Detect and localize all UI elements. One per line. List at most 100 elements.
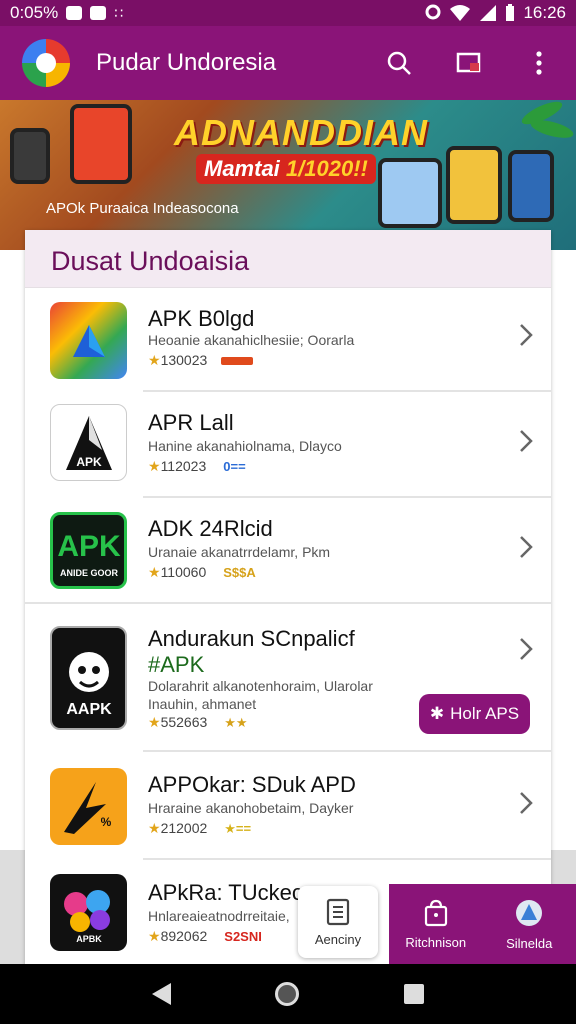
star-icon: ★: [148, 820, 161, 836]
more-notifications-icon: ∷: [114, 4, 125, 21]
app-description: Hnlareaieatnodrreitaie,: [148, 908, 290, 924]
sparkle-icon: ✱: [429, 704, 445, 723]
app-rating: ★110060: [148, 564, 206, 581]
nav-item-silnelda[interactable]: Silnelda: [483, 884, 576, 964]
bag-icon: [424, 899, 447, 926]
system-navigation-bar: [0, 964, 576, 1024]
banner-subheadline: Mamtai 1/1020!!: [196, 154, 376, 184]
star-icon: ★: [148, 564, 161, 580]
svg-text:ANIDE GOOR: ANIDE GOOR: [59, 568, 118, 578]
apk-app-icon: APK: [50, 404, 127, 481]
background-content: [551, 250, 576, 850]
app-meta: ★212002 ★==: [148, 820, 254, 837]
app-name-tag: #APK: [148, 652, 205, 677]
app-list-item[interactable]: % APPOkar: SDuk APD Hraraine akanohobeta…: [25, 752, 551, 860]
card-title: Dusat Undoaisia: [51, 246, 250, 276]
app-meta: ★552663 ★★: [148, 714, 251, 731]
chevron-right-icon[interactable]: [515, 634, 537, 664]
banner-caption: APOk Puraaica Indeasocona: [46, 200, 239, 217]
document-icon: [326, 898, 350, 925]
notification-icon: [66, 6, 83, 20]
home-icon[interactable]: [275, 982, 300, 1006]
app-meta: ★110060 S$$A: [148, 564, 259, 581]
app-rating: ★212002: [148, 820, 207, 837]
apk-app-icon: [50, 302, 127, 379]
nav-label: Ritchnison: [405, 934, 467, 950]
app-badge: 0==: [223, 459, 246, 474]
app-list-item[interactable]: APK ANIDE GOOR ADK 24Rlcid Uranaie akanat…: [25, 498, 551, 604]
app-name: Andurakun SCnpalicf #APK: [148, 626, 355, 678]
app-description: Hanine akanahiolnama, Dlayco: [148, 438, 342, 454]
apps-card: Dusat Undoaisia APK B0lgd Heoanie akanah…: [25, 230, 551, 970]
window-button[interactable]: [454, 48, 484, 78]
bottom-nav: Ritchnison Silnelda: [389, 884, 576, 964]
app-badge: ★★: [224, 714, 248, 730]
rating-value: 130023: [160, 352, 208, 368]
apk-app-icon: %: [50, 768, 127, 845]
app-name: APR Lall: [148, 410, 234, 435]
rating-value: 552663: [160, 714, 208, 730]
star-icon: ★: [148, 352, 161, 368]
apk-app-icon: AAPK: [50, 626, 127, 730]
app-name: APkRa: TUckec: [148, 880, 303, 905]
app-rating: ★130023: [148, 352, 207, 369]
hot-apps-label: Holr APS: [450, 704, 520, 723]
chevron-right-icon[interactable]: [515, 532, 537, 562]
back-icon[interactable]: [152, 983, 172, 1005]
app-rating: ★552663: [148, 714, 207, 731]
svg-text:AAPK: AAPK: [66, 701, 112, 718]
chevron-right-icon[interactable]: [515, 426, 537, 456]
rating-value: 112023: [160, 458, 207, 474]
nav-label: Silnelda: [506, 935, 553, 951]
star-icon: ★: [148, 928, 161, 944]
more-options-button[interactable]: [524, 48, 554, 78]
banner-phone-image: [446, 146, 502, 224]
app-rating: ★892062: [148, 928, 207, 945]
svg-text:APK: APK: [76, 455, 102, 469]
banner-sub-prefix: Mamtai: [204, 156, 286, 181]
search-button[interactable]: [384, 48, 414, 78]
app-bar: Pudar Undoresia: [0, 26, 576, 100]
card-header: Dusat Undoaisia: [25, 230, 551, 288]
rating-value: 892062: [160, 928, 208, 944]
app-list-item[interactable]: APK B0lgd Heoanie akanahiclhesiie; Oorar…: [25, 288, 551, 392]
app-meta: ★892062 S2SNI: [148, 928, 265, 945]
app-description: Hraraine akanohobetaim, Dayker: [148, 800, 354, 816]
star-icon: ★: [148, 714, 161, 730]
banner-sub-accent: 1/1020!!: [285, 156, 368, 181]
recent-apps-icon[interactable]: [403, 984, 424, 1004]
store-icon: [516, 899, 543, 926]
apk-app-icon: APK ANIDE GOOR: [50, 512, 127, 589]
banner-device-image: [10, 128, 50, 184]
app-description: Dolarahrit alkanotenhoraim, Ularolar: [148, 678, 373, 694]
app-rating: ★112023: [148, 458, 206, 475]
wifi-icon: [450, 5, 471, 21]
nav-item-ritchnison[interactable]: Ritchnison: [389, 884, 483, 964]
app-name-text: Andurakun SCnpalicf: [148, 626, 355, 651]
status-time-left: 0:05%: [10, 3, 59, 22]
status-clock: 16:26: [523, 3, 566, 22]
apk-app-icon: APBK: [50, 874, 127, 951]
app-title: Pudar Undoresia: [96, 49, 277, 76]
location-icon: [425, 4, 441, 20]
banner-headline: ADNANDDIAN: [174, 112, 428, 153]
promo-banner[interactable]: ADNANDDIAN Mamtai 1/1020!! APOk Puraaica…: [0, 100, 576, 250]
chevron-right-icon[interactable]: [515, 320, 537, 350]
app-badge: ★==: [224, 820, 252, 836]
hot-apps-button[interactable]: ✱ Holr APS: [419, 694, 530, 734]
app-logo: [22, 39, 70, 87]
chevron-right-icon[interactable]: [515, 788, 537, 818]
app-meta: ★130023: [148, 352, 254, 369]
app-name: APK B0lgd: [148, 306, 255, 331]
app-name: APPOkar: SDuk APD: [148, 772, 356, 797]
rating-value: 212002: [160, 820, 208, 836]
app-description: Uranaie akanatrrdelamr, Pkm: [148, 544, 331, 560]
app-description: Heoanie akanahiclhesiie; Oorarla: [148, 332, 355, 348]
svg-text:%: %: [100, 815, 111, 829]
category-label: Aenciny: [314, 931, 362, 947]
app-list-item[interactable]: APK APR Lall Hanine akanahiolnama, Dlayc…: [25, 392, 551, 498]
battery-icon: [506, 4, 515, 21]
banner-phone-image: [70, 104, 132, 184]
category-button[interactable]: Aenciny: [298, 886, 378, 958]
more-vert-icon: [536, 51, 542, 75]
